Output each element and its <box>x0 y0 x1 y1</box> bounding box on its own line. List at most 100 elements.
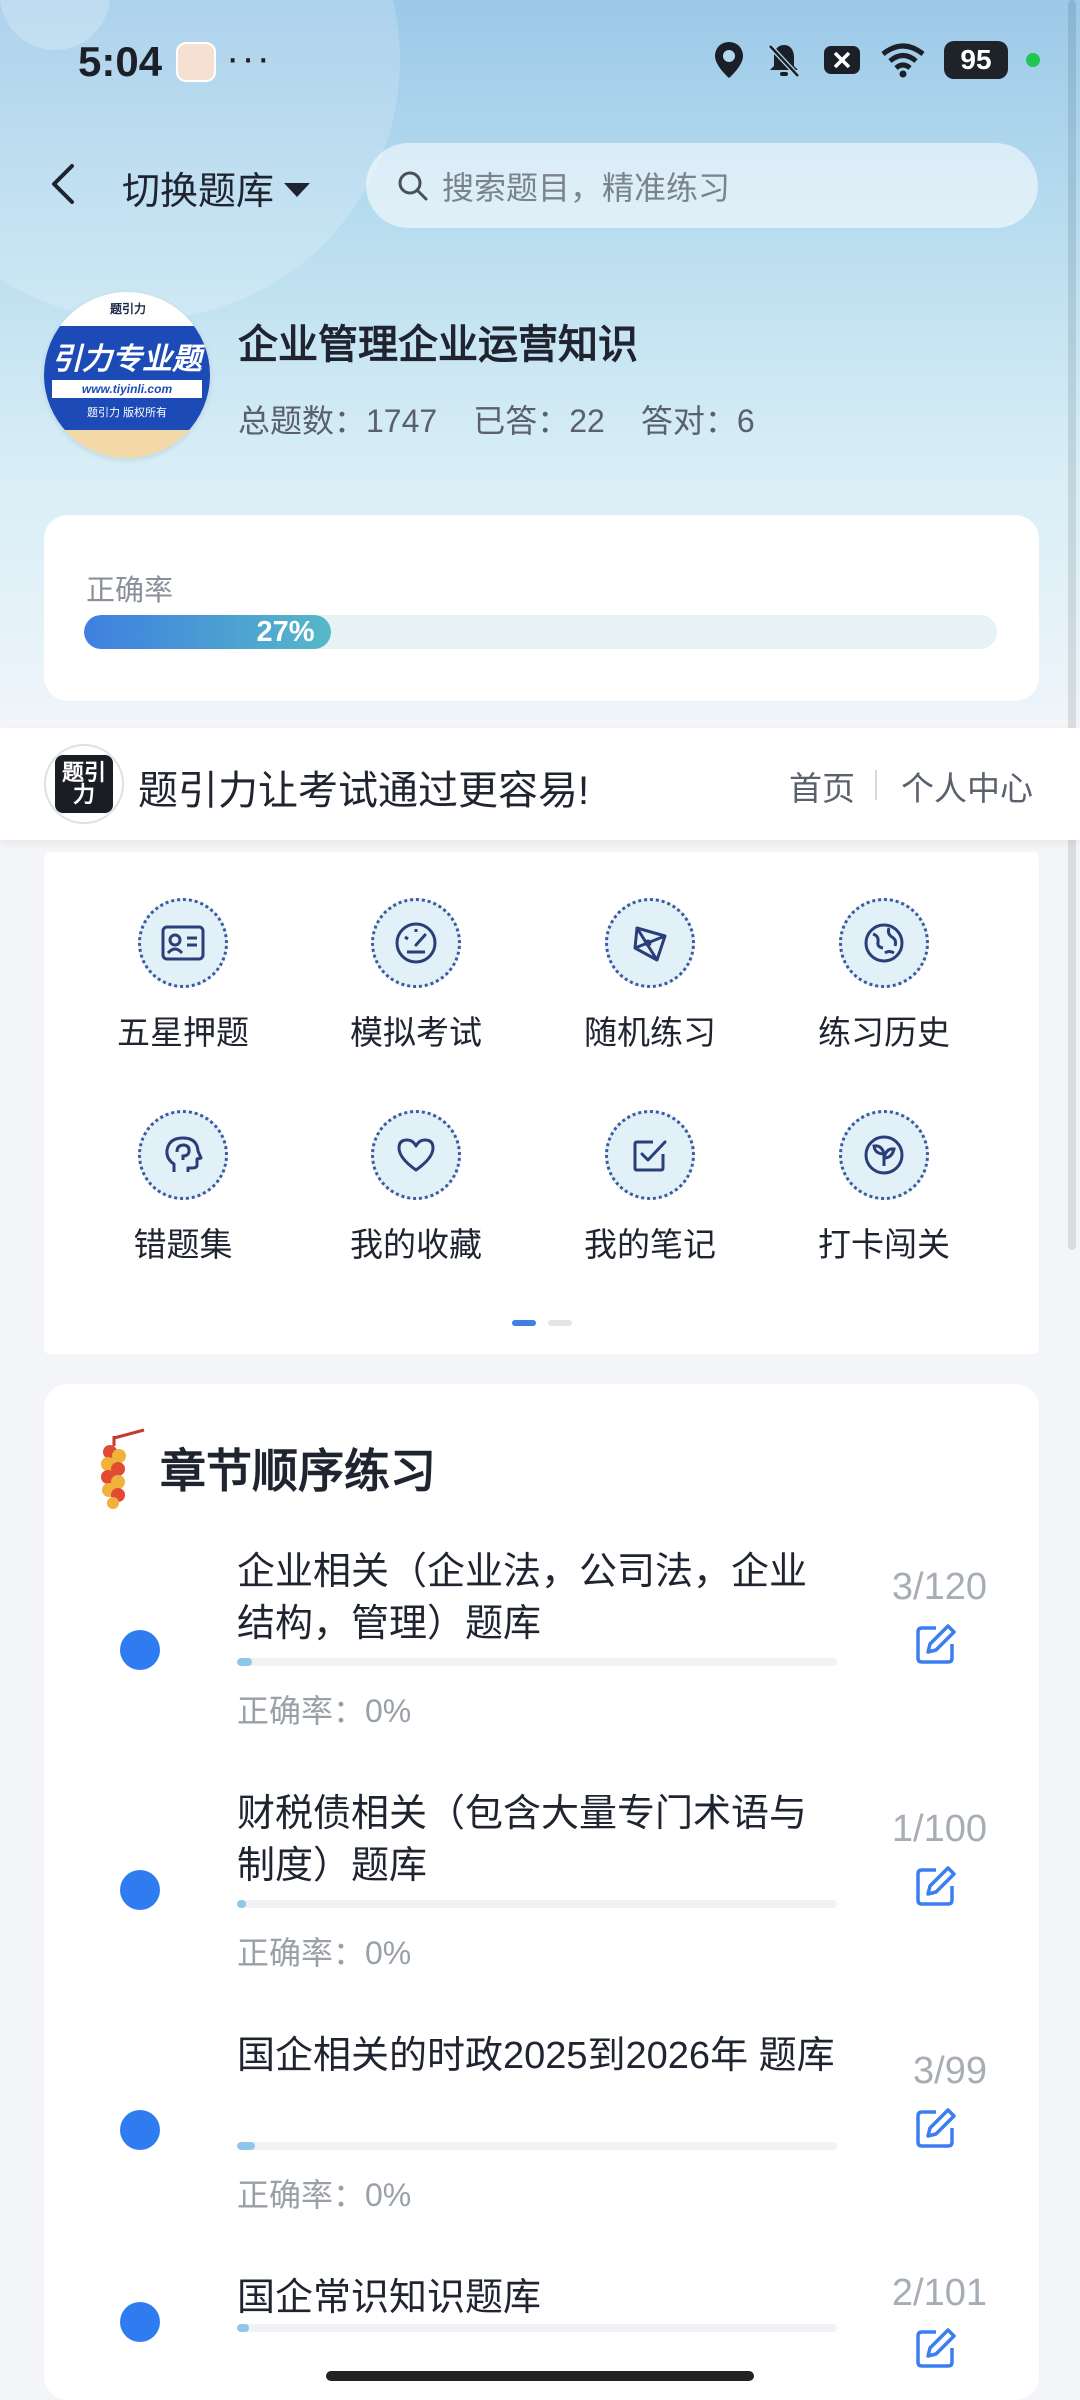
chapter-bullet <box>120 1630 160 1670</box>
accuracy-progress-bar: 27% <box>84 615 997 649</box>
chapter-section-header: 章节顺序练习 <box>94 1426 436 1510</box>
edit-icon[interactable] <box>914 2326 958 2370</box>
feature-label: 错题集 <box>133 1226 233 1263</box>
chapter-accuracy: 正确率：0% <box>237 1935 412 1971</box>
chapter-bullet <box>120 2302 160 2342</box>
feature-random-practice[interactable]: 随机练习 <box>550 898 750 1054</box>
feature-practice-history[interactable]: 练习历史 <box>784 898 984 1054</box>
app-notification-icon <box>824 46 860 74</box>
status-time: 5:04 <box>78 38 163 85</box>
logo-brand-text: 引力专业题 <box>52 343 202 376</box>
accuracy-percent: 27% <box>256 615 315 648</box>
chapter-item[interactable]: 国企相关的时政2025到2026年 题库 正确率：0% 3/99 <box>44 2030 1039 2270</box>
app-logo-text: 题引力 <box>55 755 113 813</box>
total-count: 总题数：1747 <box>238 403 438 439</box>
location-icon <box>715 42 743 78</box>
accuracy-label: 正确率 <box>86 575 174 607</box>
chapter-item[interactable]: 企业相关（企业法，公司法，企业结构，管理）题库 正确率：0% 3/120 <box>44 1546 1039 1786</box>
notification-avatar-icon <box>176 42 216 82</box>
chapter-progress-fill <box>237 1658 252 1666</box>
chapter-count: 3/120 <box>891 1566 987 1608</box>
back-arrow-icon[interactable] <box>44 158 84 210</box>
chapter-progress-fill <box>237 2142 255 2150</box>
accuracy-progress-fill: 27% <box>84 615 331 649</box>
chapter-section-title: 章节顺序练习 <box>160 1445 436 1497</box>
caret-down-icon <box>284 182 311 197</box>
chapter-practice-section: 章节顺序练习 企业相关（企业法，公司法，企业结构，管理）题库 正确率：0% 3/… <box>44 1384 1039 2400</box>
feature-label: 随机练习 <box>584 1014 716 1051</box>
scrollbar[interactable] <box>1068 0 1076 1250</box>
chapter-progress-bar <box>237 2142 837 2150</box>
pager-dot[interactable] <box>547 1320 572 1326</box>
feature-label: 五星押题 <box>117 1014 249 1051</box>
chapter-bullet <box>120 2110 160 2150</box>
head-icon <box>138 1110 228 1200</box>
feature-label: 我的笔记 <box>584 1226 716 1263</box>
switch-bank-label: 切换题库 <box>122 171 275 213</box>
nav-personal-center-link[interactable]: 个人中心 <box>901 762 1033 810</box>
feature-label: 练习历史 <box>818 1014 950 1051</box>
network-icon <box>605 898 695 988</box>
slogan-bar: 题引力 题引力让考试通过更容易! 首页 个人中心 <box>0 728 1080 840</box>
checkbox-icon <box>605 1110 695 1200</box>
edit-icon[interactable] <box>914 2106 958 2150</box>
chapter-name: 财税债相关（包含大量专门术语与制度）题库 <box>237 1793 808 1887</box>
chapter-progress-bar <box>237 2324 837 2332</box>
feature-wrong-questions[interactable]: 错题集 <box>83 1110 283 1266</box>
search-icon <box>398 171 428 200</box>
edit-icon[interactable] <box>914 1622 958 1666</box>
chapter-name: 国企相关的时政2025到2026年 题库 <box>237 2035 835 2077</box>
privacy-dot-icon <box>1026 53 1040 67</box>
feature-favorites[interactable]: 我的收藏 <box>316 1110 516 1266</box>
feature-mock-exam[interactable]: 模拟考试 <box>316 898 516 1054</box>
feature-label: 我的收藏 <box>350 1226 482 1263</box>
nav-home-link[interactable]: 首页 <box>789 762 855 810</box>
chapter-bullet <box>120 1870 160 1910</box>
chapter-item[interactable]: 财税债相关（包含大量专门术语与制度）题库 正确率：0% 1/100 <box>44 1788 1039 2028</box>
bank-logo: 题引力 引力专业题 www.tiyinli.com 题引力 版权所有 <box>44 292 210 458</box>
feature-five-star[interactable]: 五星押题 <box>83 898 283 1054</box>
chapter-accuracy: 正确率：0% <box>237 2177 412 2213</box>
feature-pager <box>44 1320 1039 1326</box>
logo-mark: 题引力 <box>110 302 147 316</box>
search-input[interactable]: 搜索题目，精准练习 <box>366 143 1038 228</box>
feature-grid: 五星押题 模拟考试 随机练习 练习历史 错题集 我的收藏 我的笔记 打卡闯关 <box>44 852 1039 1354</box>
sprout-icon <box>839 1110 929 1200</box>
status-bar: 5:04 ··· 95 <box>0 0 1080 125</box>
more-notifications-icon: ··· <box>226 36 272 80</box>
logo-site-text: www.tiyinli.com <box>52 380 202 398</box>
chapter-count: 2/101 <box>891 2272 987 2314</box>
feature-notes[interactable]: 我的笔记 <box>550 1110 750 1266</box>
chapter-progress-fill <box>237 1900 246 1908</box>
chapter-progress-bar <box>237 1900 837 1908</box>
battery-indicator: 95 <box>944 41 1008 79</box>
app-logo: 题引力 <box>44 744 124 824</box>
home-indicator[interactable] <box>326 2371 754 2381</box>
feature-label: 模拟考试 <box>350 1014 482 1051</box>
heart-icon <box>371 1110 461 1200</box>
chapter-accuracy: 正确率：0% <box>237 1693 412 1729</box>
id-card-icon <box>138 898 228 988</box>
chapter-count: 1/100 <box>891 1808 987 1850</box>
speedometer-icon <box>371 898 461 988</box>
chapter-progress-bar <box>237 1658 837 1666</box>
edit-icon[interactable] <box>914 1864 958 1908</box>
search-placeholder: 搜索题目，精准练习 <box>442 169 731 206</box>
feature-check-in[interactable]: 打卡闯关 <box>784 1110 984 1266</box>
pager-dot-active[interactable] <box>511 1320 536 1326</box>
chapter-name: 国企常识知识题库 <box>237 2277 542 2319</box>
bank-title: 企业管理企业运营知识 <box>238 323 638 367</box>
firecracker-icon <box>101 1428 145 1509</box>
wifi-icon <box>881 43 925 78</box>
globe-icon <box>839 898 929 988</box>
answered-count: 已答：22 <box>473 403 605 439</box>
nav-divider <box>875 770 877 800</box>
bell-muted-icon <box>768 44 800 78</box>
slogan-text: 题引力让考试通过更容易! <box>138 769 590 813</box>
chapter-count: 3/99 <box>913 2050 987 2092</box>
logo-tagline: 题引力 版权所有 <box>86 407 168 419</box>
correct-count: 答对：6 <box>640 403 755 439</box>
chapter-name: 企业相关（企业法，公司法，企业结构，管理）题库 <box>237 1551 808 1645</box>
feature-label: 打卡闯关 <box>818 1226 950 1263</box>
switch-bank-dropdown[interactable]: 切换题库 <box>122 160 311 215</box>
